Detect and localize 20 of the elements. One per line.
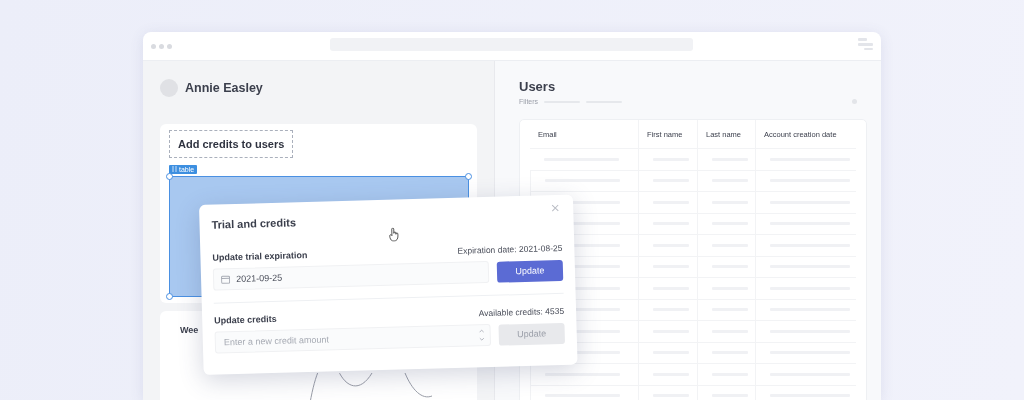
resize-handle[interactable] <box>465 173 472 180</box>
page-title: Users <box>519 79 557 94</box>
heading-text[interactable]: Add credits to users <box>169 130 294 158</box>
section-label: Update trial expiration <box>212 250 308 263</box>
chart-title: Wee <box>180 325 200 335</box>
section-label: Update credits <box>214 313 277 326</box>
info-text: Expiration date: 2021-08-25 <box>457 242 563 256</box>
dialog-title: Trial and credits <box>211 215 298 231</box>
drag-handle-icon[interactable] <box>172 166 177 172</box>
resize-handle[interactable] <box>166 173 173 180</box>
close-icon[interactable] <box>551 203 560 213</box>
user-name: Annie Easley <box>185 81 263 95</box>
menu-icon[interactable] <box>858 38 873 51</box>
update-button[interactable]: Update <box>496 259 564 283</box>
spinner-icon[interactable] <box>478 328 485 343</box>
hand-cursor-icon <box>388 227 401 242</box>
window-controls-icon[interactable] <box>151 43 172 49</box>
info-text: Available credits: 4535 <box>478 305 565 319</box>
resize-handle[interactable] <box>166 293 173 300</box>
calendar-icon[interactable] <box>220 274 231 284</box>
